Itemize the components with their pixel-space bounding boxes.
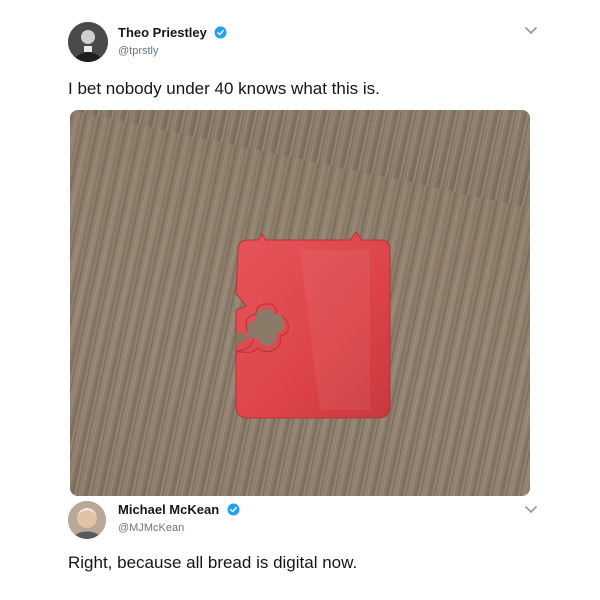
verified-badge-icon: [227, 503, 240, 516]
bread-clip-photo: [70, 110, 530, 496]
reply-author-names: Michael McKean @MJMcKean: [118, 501, 240, 534]
chevron-down-icon[interactable]: [524, 26, 538, 36]
reply-header: Michael McKean @MJMcKean: [68, 497, 538, 541]
reply-author-display-name[interactable]: Michael McKean: [118, 502, 219, 517]
author-handle[interactable]: @tprstly: [118, 45, 227, 57]
tweet-screenshot: Theo Priestley @tprstly I bet nobody und…: [0, 0, 600, 600]
verified-badge-icon: [214, 26, 227, 39]
avatar-photo-icon: [68, 501, 106, 539]
reply-author-handle[interactable]: @MJMcKean: [118, 522, 240, 534]
reply-text: Right, because all bread is digital now.: [68, 553, 358, 572]
avatar-photo-icon: [68, 22, 108, 62]
tweet-header: Theo Priestley @tprstly: [68, 22, 538, 66]
reply-author-avatar[interactable]: [68, 501, 106, 539]
author-display-name[interactable]: Theo Priestley: [118, 25, 207, 40]
tweet-media-photo[interactable]: [70, 110, 530, 496]
tweet-text: I bet nobody under 40 knows what this is…: [68, 79, 380, 98]
author-avatar[interactable]: [68, 22, 108, 62]
chevron-down-icon[interactable]: [524, 505, 538, 515]
author-names: Theo Priestley @tprstly: [118, 24, 227, 57]
